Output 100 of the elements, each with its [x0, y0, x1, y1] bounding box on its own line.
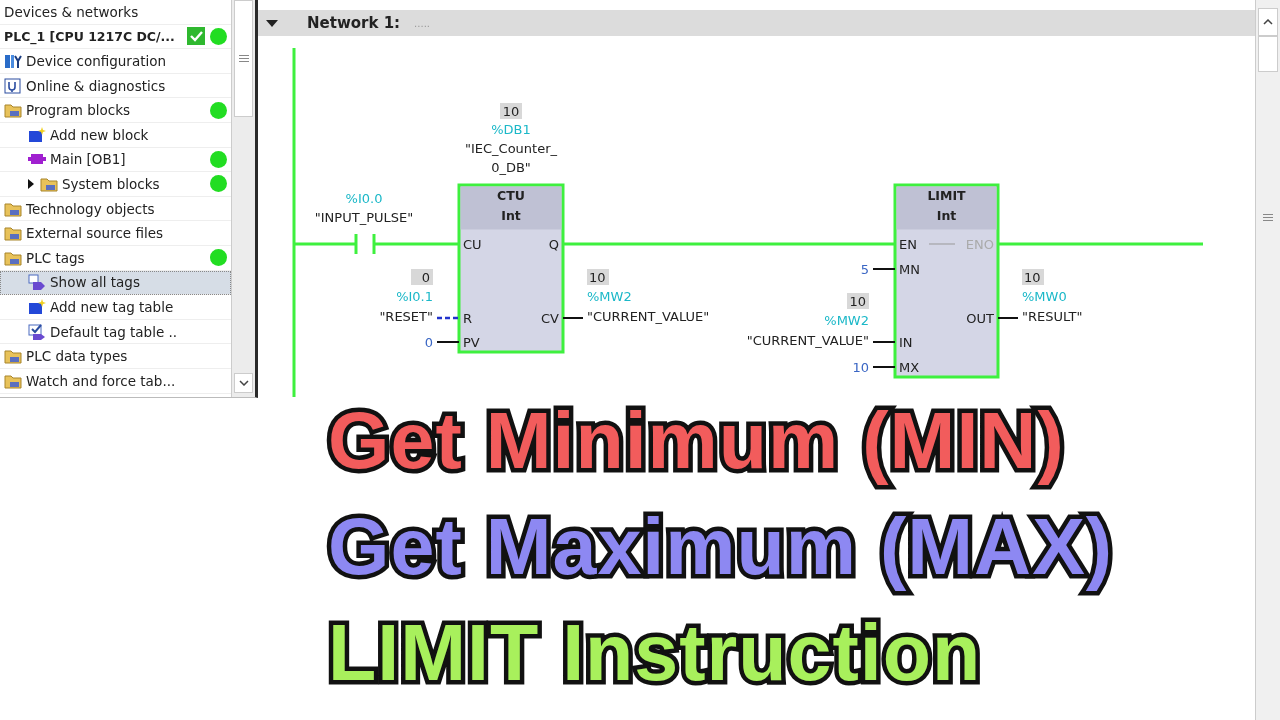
scrollbar[interactable]: [1255, 0, 1280, 720]
expand-arrow-icon[interactable]: [28, 178, 34, 189]
address-label: %I0.0: [345, 191, 383, 206]
tree-item-label: Online & diagnostics: [26, 77, 166, 94]
pin-label: R: [463, 311, 473, 326]
tree-item-label: Technology objects: [26, 200, 155, 217]
tree-item[interactable]: External source files: [0, 221, 232, 246]
folder-icon: [4, 102, 22, 119]
tree-item-label: Default tag table ..: [50, 323, 178, 340]
constant-value[interactable]: 10: [852, 360, 869, 375]
folder-icon: [4, 249, 22, 266]
pin-label: Q: [548, 237, 559, 252]
folder-icon: [4, 200, 22, 217]
tree-item[interactable]: Main [OB1]: [0, 147, 232, 173]
wire: [436, 341, 460, 343]
function-block[interactable]: [457, 183, 565, 354]
pin-label: EN: [899, 237, 917, 252]
grip-icon: [238, 55, 249, 62]
dashed-wire: [437, 316, 459, 320]
add-icon: [28, 126, 46, 143]
tree-item-label: Add new tag table: [50, 298, 174, 315]
scrollbar[interactable]: [232, 0, 255, 397]
contact-symbol[interactable]: [354, 234, 376, 254]
address-label: %MW2: [824, 313, 869, 328]
headline-text: Get Minimum (MIN): [328, 395, 1066, 487]
address-label: %MW0: [1022, 289, 1067, 304]
tree-item[interactable]: Device configuration: [0, 49, 232, 74]
wire: [872, 268, 896, 270]
tree-item-label: Main [OB1]: [50, 151, 126, 168]
chevron-up-icon: [1263, 19, 1273, 25]
tree-item-label: Program blocks: [26, 102, 131, 119]
constant-value[interactable]: 0: [424, 335, 433, 350]
address-label: %DB1: [491, 122, 531, 137]
tree-item[interactable]: Add new block: [0, 122, 232, 148]
headline-text: LIMIT Instruction: [328, 607, 983, 699]
tree-item[interactable]: System blocks: [0, 172, 232, 197]
pin-label: ENO: [965, 237, 994, 252]
tree-item-label: Watch and force tab...: [26, 372, 176, 389]
tree-item[interactable]: PLC data types: [0, 344, 232, 369]
rung-wire: [294, 242, 356, 246]
folder-icon: [4, 348, 22, 365]
network-title: Network 1:: [307, 14, 401, 32]
pin-label: OUT: [966, 311, 994, 326]
scroll-up-button[interactable]: [1258, 8, 1278, 36]
tag-label[interactable]: "RESET": [379, 309, 433, 324]
block-type: CTU: [497, 188, 525, 203]
constant-value[interactable]: 5: [860, 262, 869, 277]
block-type: LIMIT: [927, 188, 966, 203]
tree-item[interactable]: PLC_1 [CPU 1217C DC/...: [0, 24, 232, 50]
folder-icon: [4, 372, 22, 389]
pin-label: MN: [899, 262, 920, 277]
folder-icon: [4, 225, 22, 242]
tree-item-label: Device configuration: [26, 53, 166, 69]
value-badge: 10: [1022, 269, 1044, 285]
pin-label: CU: [463, 237, 482, 252]
tree-item-label: System blocks: [62, 175, 160, 192]
tree-item-label: PLC tags: [26, 249, 85, 266]
tree-item-label: Devices & networks: [4, 3, 139, 20]
pin-label: IN: [899, 335, 913, 350]
internal-wire: [928, 243, 956, 245]
scroll-thumb[interactable]: [234, 0, 253, 117]
wire: [997, 317, 1019, 319]
tag-label[interactable]: "CURRENT_VALUE": [746, 333, 869, 348]
tag-label[interactable]: "CURRENT_VALUE": [587, 309, 710, 324]
tree-item-label: External source files: [26, 225, 164, 242]
wire: [562, 317, 584, 319]
tree-item-label: Add new block: [50, 126, 149, 143]
tree-item[interactable]: Devices & networks: [0, 0, 232, 25]
address-label: %I0.1: [396, 289, 433, 304]
data-type[interactable]: Int: [936, 208, 957, 223]
tree-item[interactable]: Program blocks: [0, 98, 232, 123]
tag-label: "INPUT_PULSE": [314, 210, 414, 225]
tree-item[interactable]: PLC tags: [0, 245, 232, 271]
value-badge: 10: [587, 269, 609, 285]
tree-item-label: PLC data types: [26, 348, 128, 365]
instance-name: 0_DB": [491, 160, 531, 175]
tree-item[interactable]: Default tag table ..: [0, 319, 232, 345]
scroll-thumb[interactable]: [1258, 36, 1278, 72]
tree-item[interactable]: Technology objects: [0, 196, 232, 222]
value-badge: 10: [847, 293, 869, 309]
value-badge: 0: [411, 269, 433, 285]
wire: [872, 341, 896, 343]
scroll-down-button[interactable]: [234, 373, 253, 393]
device-icon: [4, 53, 22, 69]
tag-label[interactable]: "RESULT": [1022, 309, 1083, 324]
function-block[interactable]: [893, 183, 1000, 379]
tree-item[interactable]: Watch and force tab...: [0, 368, 232, 394]
diagnostics-icon: [4, 77, 22, 94]
grip-icon: [1263, 214, 1273, 221]
tree-item[interactable]: Online & diagnostics: [0, 73, 232, 99]
tree-item[interactable]: Add new tag table: [0, 295, 232, 320]
instance-name: "IEC_Counter_: [464, 141, 558, 156]
tree-item[interactable]: Show all tags: [0, 270, 232, 296]
chevron-down-icon: [238, 380, 249, 386]
add-icon: [28, 298, 46, 315]
pin-label: MX: [899, 360, 920, 375]
triangle-icon[interactable]: [266, 17, 278, 29]
data-type[interactable]: Int: [501, 208, 521, 223]
tag-table-icon: [28, 323, 46, 340]
tree-item-label: Show all tags: [50, 274, 140, 291]
